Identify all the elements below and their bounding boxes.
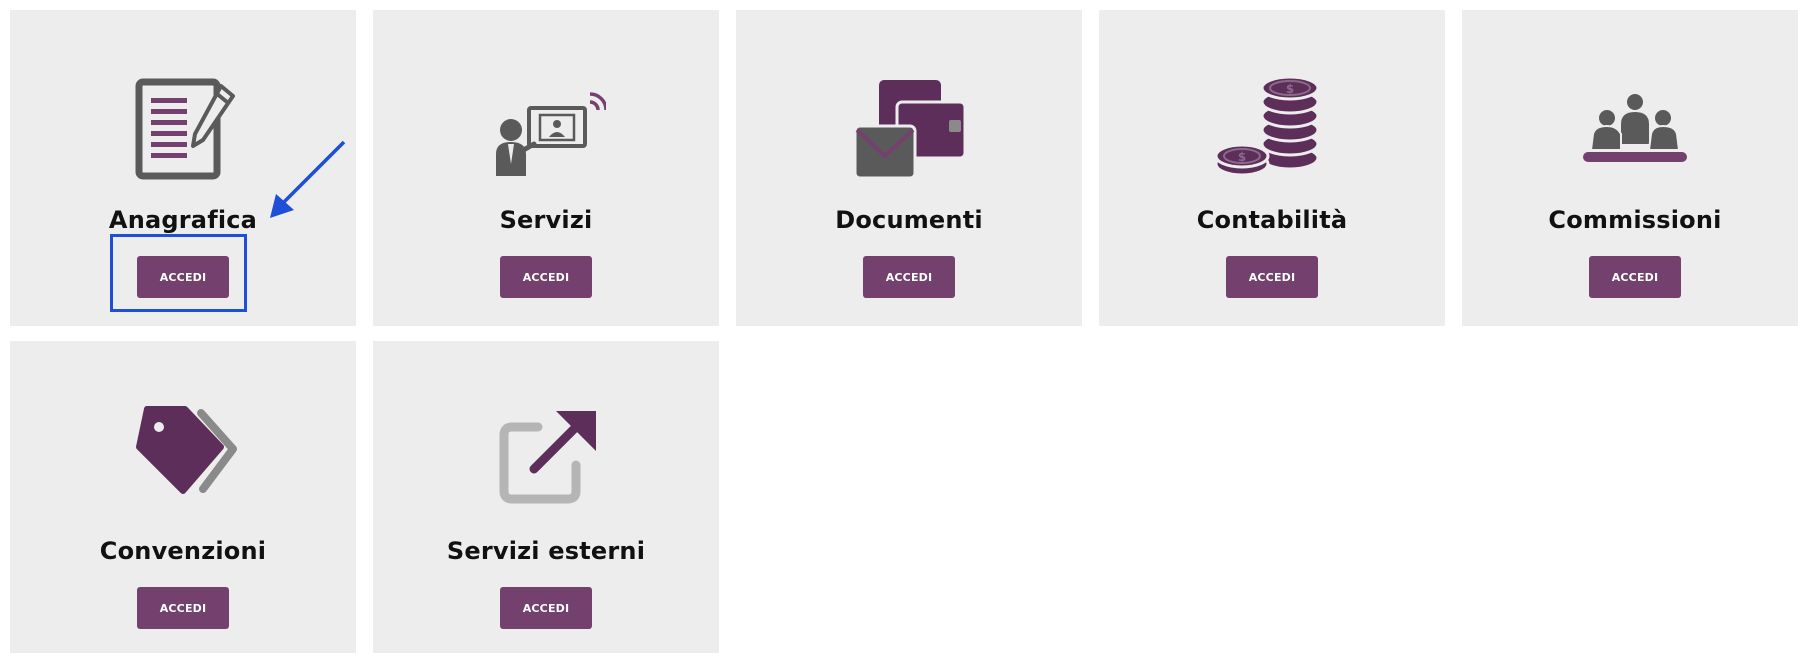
tile-title: Commissioni — [1548, 206, 1722, 234]
tag-icon — [123, 399, 243, 519]
tile-title: Contabilità — [1196, 206, 1348, 234]
people-group-icon — [1575, 68, 1695, 188]
external-link-icon — [486, 399, 606, 519]
tile-title: Convenzioni — [99, 537, 267, 565]
accedi-button-documenti[interactable]: ACCEDI — [863, 256, 955, 298]
accedi-button-anagrafica[interactable]: ACCEDI — [137, 256, 229, 298]
tile-convenzioni: Convenzioni ACCEDI — [10, 341, 356, 653]
presenter-screen-icon — [486, 68, 606, 188]
tile-title: Anagrafica — [108, 206, 258, 234]
accedi-button-convenzioni[interactable]: ACCEDI — [137, 587, 229, 629]
accedi-button-contabilita[interactable]: ACCEDI — [1226, 256, 1318, 298]
tile-title: Documenti — [835, 206, 983, 234]
tile-documenti: Documenti ACCEDI — [736, 10, 1082, 326]
tile-title: Servizi — [499, 206, 593, 234]
accedi-button-servizi-esterni[interactable]: ACCEDI — [500, 587, 592, 629]
documents-envelope-icon — [849, 68, 969, 188]
form-pencil-icon — [123, 68, 243, 188]
svg-text:$: $ — [1286, 82, 1294, 96]
tile-servizi: Servizi ACCEDI — [373, 10, 719, 326]
accedi-button-servizi[interactable]: ACCEDI — [500, 256, 592, 298]
tile-anagrafica: Anagrafica ACCEDI — [10, 10, 356, 326]
tile-contabilita: $ $ Contabilità ACCEDI — [1099, 10, 1445, 326]
coins-stack-icon: $ $ — [1212, 68, 1332, 188]
tile-commissioni: Commissioni ACCEDI — [1462, 10, 1798, 326]
accedi-button-commissioni[interactable]: ACCEDI — [1589, 256, 1681, 298]
svg-text:$: $ — [1238, 150, 1246, 164]
tile-title: Servizi esterni — [446, 537, 646, 565]
services-grid: Anagrafica ACCEDI Servizi ACCEDI Documen… — [0, 0, 1798, 653]
tile-servizi-esterni: Servizi esterni ACCEDI — [373, 341, 719, 653]
